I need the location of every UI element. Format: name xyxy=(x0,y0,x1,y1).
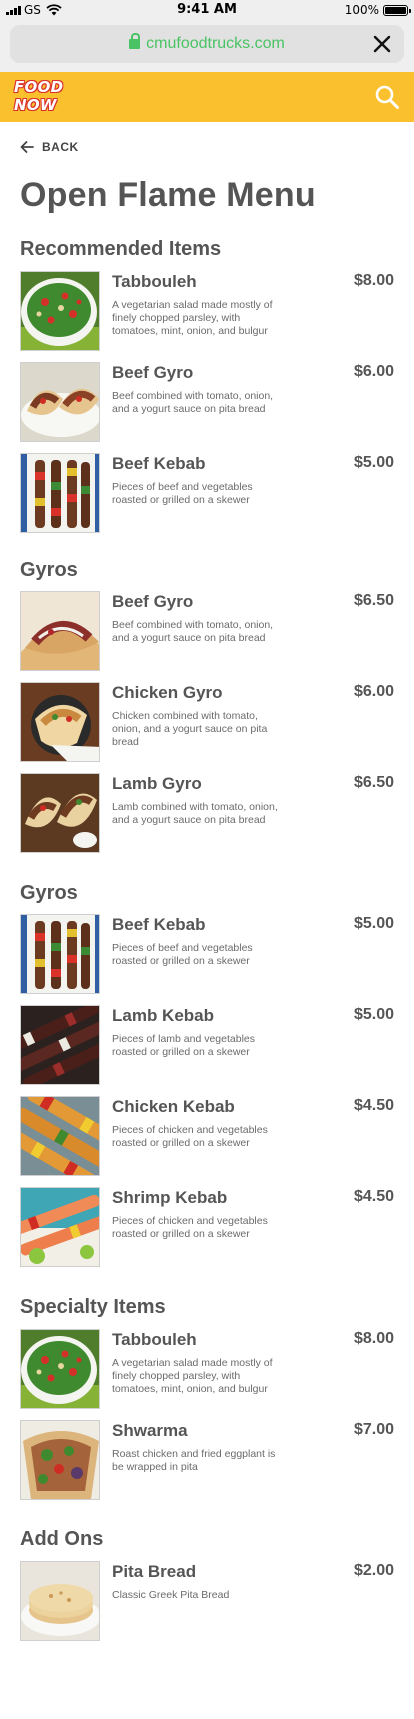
menu-item[interactable]: Lamb Kebab $5.00 Pieces of lamb and vege… xyxy=(20,1005,396,1085)
chicken-kebab-photo xyxy=(20,1096,100,1176)
menu-item[interactable]: Chicken Gyro $6.00 Chicken combined with… xyxy=(20,682,396,762)
browser-toolbar: cmufoodtrucks.com xyxy=(0,22,414,72)
menu-item[interactable]: Chicken Kebab $4.50 Pieces of chicken an… xyxy=(20,1096,396,1176)
menu-item[interactable]: Pita Bread $2.00 Classic Greek Pita Brea… xyxy=(20,1561,396,1641)
section-title: Recommended Items xyxy=(20,238,222,260)
battery-percent: 100% xyxy=(344,3,379,17)
item-name: Beef Gyro xyxy=(112,363,194,382)
item-description: Pieces of lamb and vegetables roasted or… xyxy=(112,1033,256,1058)
lamb-kebab-photo xyxy=(20,1005,100,1085)
item-name: Tabbouleh xyxy=(112,272,197,291)
item-name: Shrimp Kebab xyxy=(112,1188,228,1207)
item-name: Beef Kebab xyxy=(112,915,206,934)
item-description: Beef combined with tomato, onion, and a … xyxy=(112,390,274,415)
menu-item[interactable]: Beef Gyro $6.50 Beef combined with tomat… xyxy=(20,591,396,671)
chicken-gyro-photo xyxy=(20,682,100,762)
section-title: Specialty Items xyxy=(20,1296,166,1318)
item-price: $6.00 xyxy=(353,683,394,700)
back-button[interactable]: BACK xyxy=(20,140,79,154)
menu-item[interactable]: Tabbouleh $8.00 A vegetarian salad made … xyxy=(20,271,396,351)
tabbouleh-photo xyxy=(20,271,100,351)
item-description: Beef combined with tomato, onion, and a … xyxy=(112,619,274,644)
menu-item[interactable]: Tabbouleh $8.00 A vegetarian salad made … xyxy=(20,1329,396,1409)
item-name: Lamb Kebab xyxy=(112,1006,215,1025)
item-price: $4.50 xyxy=(353,1188,394,1205)
item-price: $6.50 xyxy=(353,774,394,791)
pita-bread-photo xyxy=(20,1561,100,1641)
beef-kebab-photo xyxy=(20,453,100,533)
item-name: Chicken Gyro xyxy=(112,683,223,702)
beef-gyro-photo xyxy=(20,362,100,442)
section-title: Gyros xyxy=(20,882,78,904)
address-bar[interactable]: cmufoodtrucks.com xyxy=(10,25,404,63)
page-title: Open Flame Menu xyxy=(20,176,316,214)
menu-item[interactable]: Beef Kebab $5.00 Pieces of beef and vege… xyxy=(20,453,396,533)
menu-item[interactable]: Beef Gyro $6.00 Beef combined with tomat… xyxy=(20,362,396,442)
item-description: Roast chicken and fried eggplant is be w… xyxy=(112,1448,276,1473)
item-price: $5.00 xyxy=(353,454,394,471)
item-name: Chicken Kebab xyxy=(112,1097,235,1116)
status-right: 100% xyxy=(344,3,411,17)
item-name: Lamb Gyro xyxy=(112,774,202,793)
item-price: $4.50 xyxy=(353,1097,394,1114)
tabbouleh-photo xyxy=(20,1329,100,1409)
item-name: Beef Kebab xyxy=(112,454,206,473)
item-price: $5.00 xyxy=(353,915,394,932)
menu-item[interactable]: Shwarma $7.00 Roast chicken and fried eg… xyxy=(20,1420,396,1500)
menu-item[interactable]: Beef Kebab $5.00 Pieces of beef and vege… xyxy=(20,914,396,994)
url-text: cmufoodtrucks.com xyxy=(146,35,285,52)
beef-kebab-photo xyxy=(20,914,100,994)
item-name: Beef Gyro xyxy=(112,592,194,611)
logo-line-2: NOW xyxy=(14,96,57,114)
item-description: A vegetarian salad made mostly of finely… xyxy=(112,1357,273,1395)
item-description: Pieces of beef and vegetables roasted or… xyxy=(112,481,253,506)
item-price: $7.00 xyxy=(353,1421,394,1438)
food-now-logo[interactable]: FOOD NOW xyxy=(14,78,63,114)
item-description: Lamb combined with tomato, onion, and a … xyxy=(112,801,278,826)
item-name: Tabbouleh xyxy=(112,1330,197,1349)
shrimp-kebab-photo xyxy=(20,1187,100,1267)
section-title: Add Ons xyxy=(20,1528,104,1550)
logo-line-1: FOOD xyxy=(14,78,64,96)
lamb-gyro-photo xyxy=(20,773,100,853)
section-title: Gyros xyxy=(20,559,78,581)
shwarma-photo xyxy=(20,1420,100,1500)
beef-gyro-photo xyxy=(20,591,100,671)
item-description: Pieces of chicken and vegetables roasted… xyxy=(112,1124,268,1149)
item-price: $6.00 xyxy=(353,363,394,380)
battery-icon xyxy=(383,4,411,16)
item-price: $8.00 xyxy=(353,272,394,289)
app-header: FOOD NOW xyxy=(0,72,414,122)
lock-icon xyxy=(129,33,141,49)
arrow-left-icon xyxy=(20,141,34,153)
item-description: Pieces of beef and vegetables roasted or… xyxy=(112,942,253,967)
menu-item[interactable]: Lamb Gyro $6.50 Lamb combined with tomat… xyxy=(20,773,396,853)
item-description: Pieces of chicken and vegetables roasted… xyxy=(112,1215,268,1240)
item-description: Chicken combined with tomato, onion, and… xyxy=(112,710,268,748)
item-name: Pita Bread xyxy=(112,1562,197,1581)
item-price: $5.00 xyxy=(353,1006,394,1023)
item-price: $8.00 xyxy=(353,1330,394,1347)
item-description: A vegetarian salad made mostly of finely… xyxy=(112,299,273,337)
close-icon[interactable] xyxy=(372,34,392,54)
item-description: Classic Greek Pita Bread xyxy=(112,1589,230,1601)
search-icon[interactable] xyxy=(374,84,400,110)
url-display: cmufoodtrucks.com xyxy=(10,33,404,53)
item-name: Shwarma xyxy=(112,1421,188,1440)
item-price: $2.00 xyxy=(353,1562,394,1579)
back-label: BACK xyxy=(42,140,79,154)
status-bar: GS 9:41 AM 100% xyxy=(0,0,414,22)
menu-item[interactable]: Shrimp Kebab $4.50 Pieces of chicken and… xyxy=(20,1187,396,1267)
item-price: $6.50 xyxy=(353,592,394,609)
